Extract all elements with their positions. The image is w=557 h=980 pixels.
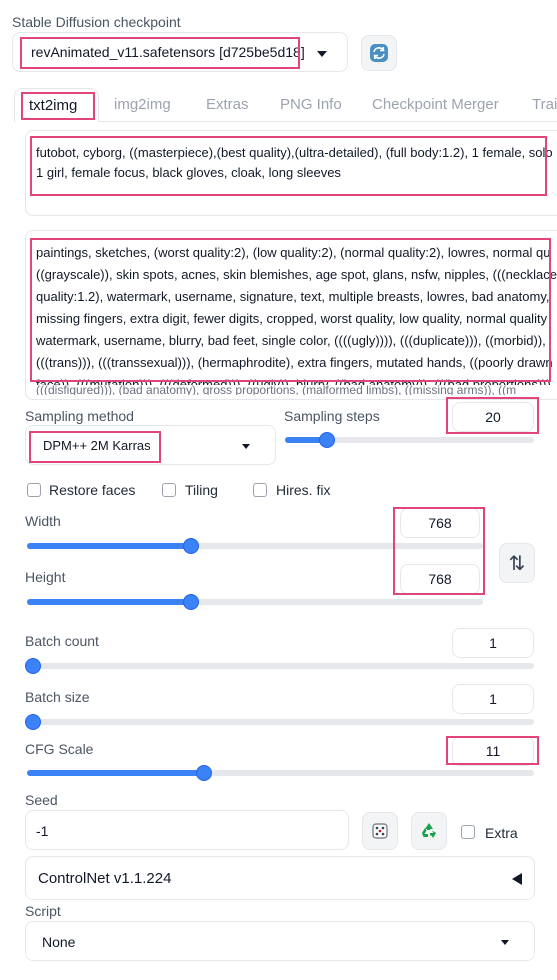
sampling-steps-input[interactable]: 20 xyxy=(452,402,534,432)
tab-txt2img-label: txt2img xyxy=(29,97,78,114)
batch-size-label: Batch size xyxy=(25,689,90,705)
swap-icon: ⇅ xyxy=(508,552,526,575)
tiling-label: Tiling xyxy=(185,482,218,498)
refresh-checkpoint-button[interactable] xyxy=(361,35,397,71)
script-select[interactable]: None xyxy=(25,921,535,961)
script-value: None xyxy=(42,934,76,950)
cfg-scale-input[interactable]: 11 xyxy=(452,736,534,766)
restore-faces-label: Restore faces xyxy=(49,482,136,498)
recycle-icon xyxy=(422,823,436,838)
sampling-method-label: Sampling method xyxy=(25,408,134,424)
negative-line-8: (((disfigured))), (bad anatomy), gross p… xyxy=(36,385,517,395)
height-label: Height xyxy=(25,569,66,585)
reuse-seed-button[interactable] xyxy=(411,812,447,850)
refresh-icon xyxy=(370,44,388,62)
tab-txt2img[interactable]: txt2img xyxy=(14,88,99,122)
negative-line-3: quality:1.2), watermark, username, signa… xyxy=(36,289,550,304)
dice-icon xyxy=(372,823,388,839)
extra-label: Extra xyxy=(485,825,518,841)
chevron-down-icon xyxy=(501,940,509,945)
chevron-down-icon xyxy=(317,51,327,57)
batch-count-slider[interactable] xyxy=(26,659,534,673)
height-input[interactable]: 768 xyxy=(400,564,480,594)
slider-thumb[interactable] xyxy=(26,659,40,673)
slider-thumb[interactable] xyxy=(184,539,199,553)
swap-dimensions-button[interactable]: ⇅ xyxy=(499,543,535,583)
checkpoint-value: revAnimated_v11.safetensors [d725be5d18] xyxy=(31,44,305,60)
random-seed-button[interactable] xyxy=(362,812,398,850)
seed-label: Seed xyxy=(25,792,58,808)
slider-thumb[interactable] xyxy=(197,766,212,780)
tab-checkpoint-merger[interactable]: Checkpoint Merger xyxy=(372,96,499,113)
seed-value: -1 xyxy=(36,823,49,839)
negative-line-2: ((grayscale)), skin spots, acnes, skin b… xyxy=(36,267,557,282)
sampling-method-value: DPM++ 2M Karras xyxy=(43,438,151,453)
negative-line-4: missing fingers, extra digit, fewer digi… xyxy=(36,311,548,326)
controlnet-accordion[interactable]: ControlNet v1.1.224 xyxy=(25,856,535,900)
collapse-arrow-icon xyxy=(512,873,522,885)
tab-img2img[interactable]: img2img xyxy=(114,96,171,113)
slider-thumb[interactable] xyxy=(26,715,40,729)
width-label: Width xyxy=(25,513,61,529)
sampling-steps-label: Sampling steps xyxy=(284,408,380,424)
hires-fix-checkbox[interactable] xyxy=(253,483,267,497)
slider-thumb[interactable] xyxy=(184,595,199,609)
extra-checkbox[interactable] xyxy=(461,825,475,839)
prompt-line-2: 1 girl, female focus, black gloves, cloa… xyxy=(36,165,341,180)
checkpoint-select[interactable]: revAnimated_v11.safetensors [d725be5d18] xyxy=(12,32,348,72)
negative-line-5: watermark, username, blurry, bad feet, s… xyxy=(36,333,546,348)
script-label: Script xyxy=(25,903,61,919)
checkpoint-label: Stable Diffusion checkpoint xyxy=(12,14,181,30)
sampling-steps-slider[interactable] xyxy=(285,433,534,447)
prompt-line-1: futobot, cyborg, ((masterpiece),(best qu… xyxy=(36,145,553,160)
batch-count-label: Batch count xyxy=(25,633,99,649)
chevron-down-icon xyxy=(242,444,250,449)
cfg-scale-slider[interactable] xyxy=(27,766,534,780)
negative-line-7: face)), (((mutation))), (((deformed))), … xyxy=(36,377,551,385)
width-slider[interactable] xyxy=(27,539,483,553)
slider-thumb[interactable] xyxy=(320,433,335,447)
controlnet-label: ControlNet v1.1.224 xyxy=(38,870,172,887)
tab-extras[interactable]: Extras xyxy=(206,96,249,113)
batch-size-slider[interactable] xyxy=(26,715,534,729)
restore-faces-checkbox[interactable] xyxy=(27,483,41,497)
negative-line-1: paintings, sketches, (worst quality:2), … xyxy=(36,245,551,260)
batch-size-input[interactable]: 1 xyxy=(452,684,534,714)
seed-input[interactable]: -1 xyxy=(25,810,349,850)
negative-line-6: (((trans))), (((transsexual))), (hermaph… xyxy=(36,355,553,370)
width-input[interactable]: 768 xyxy=(400,508,480,538)
hires-fix-label: Hires. fix xyxy=(276,482,331,498)
batch-count-input[interactable]: 1 xyxy=(452,628,534,658)
sampling-method-select[interactable]: DPM++ 2M Karras xyxy=(25,425,276,465)
tab-png-info[interactable]: PNG Info xyxy=(280,96,342,113)
height-slider[interactable] xyxy=(27,595,483,609)
tab-train[interactable]: Trai xyxy=(532,96,557,113)
cfg-scale-label: CFG Scale xyxy=(25,741,94,757)
tiling-checkbox[interactable] xyxy=(162,483,176,497)
